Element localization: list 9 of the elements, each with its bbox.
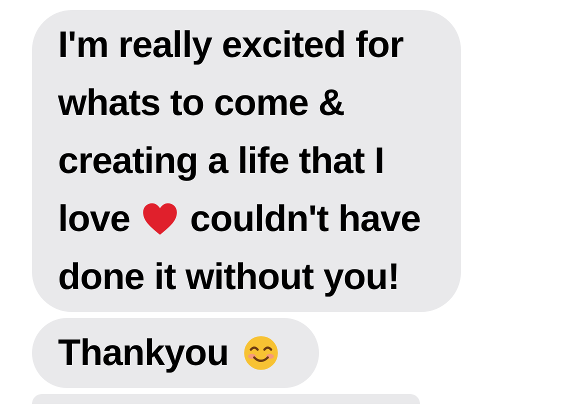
message-text: couldn't have: [190, 197, 421, 242]
message-text: creating a life that I: [58, 139, 384, 184]
message-text: whats to come &: [58, 81, 344, 126]
message-text: love: [58, 197, 130, 242]
heart-icon: [142, 202, 178, 236]
message-text: done it without you!: [58, 255, 400, 300]
message-text: I'm really excited for: [58, 23, 404, 68]
smiling-face-icon: [242, 335, 279, 371]
message-text: Thankyou: [58, 331, 229, 376]
